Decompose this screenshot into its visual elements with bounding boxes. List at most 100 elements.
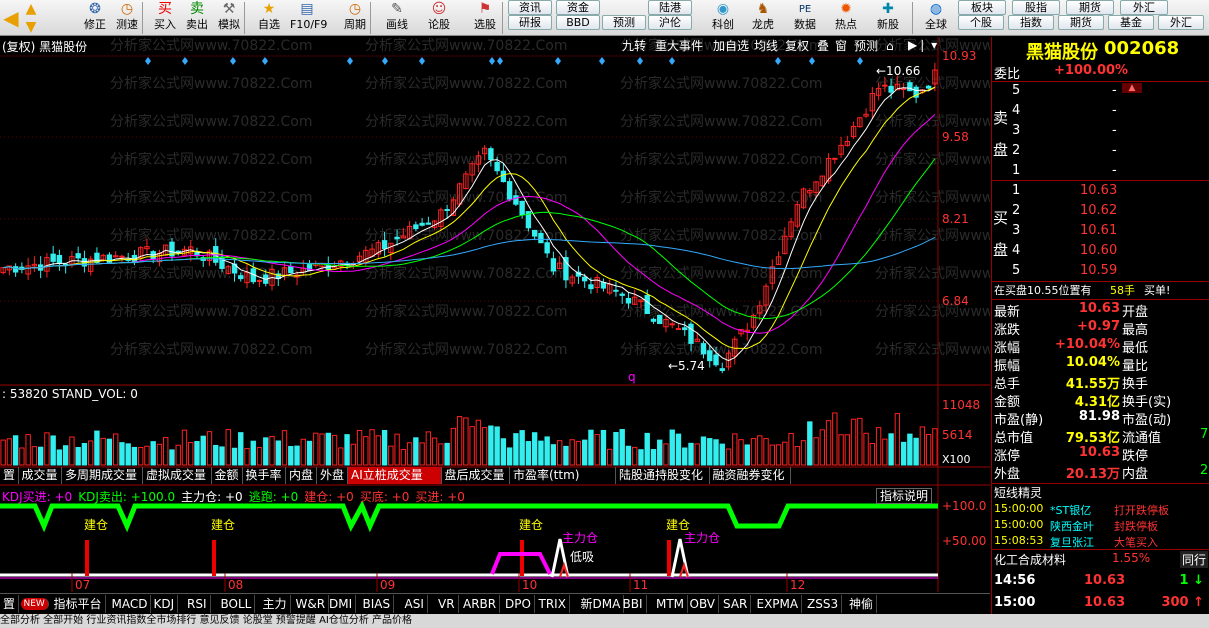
peer-button[interactable]: 同行 [1180, 551, 1209, 568]
chart-btn-1[interactable]: 重大事件 [655, 38, 703, 55]
volume-tab-6[interactable]: 内盘 [286, 467, 317, 484]
chart-area[interactable]: 分析家公式网www.70822.Com 分析家公式网www.70822.Com 分析… [0, 37, 990, 592]
volume-bar [738, 439, 744, 466]
indicator-tab-5[interactable]: RSI [184, 595, 211, 613]
short-item-name[interactable]: *ST银亿 [1050, 502, 1091, 518]
toolbar-f10-button[interactable]: ▤ F10/F9 [290, 0, 327, 35]
indicator-tab-13[interactable]: ARBR [460, 595, 501, 613]
toolbar-draw-button[interactable]: ✎ 画线 [380, 0, 414, 35]
grid-btn-right-0[interactable]: 板块 [958, 0, 1006, 15]
indicator-explain-button[interactable]: 指标说明 [876, 488, 932, 504]
toolbar-select-button[interactable]: ⚑ 选股 [468, 0, 502, 35]
toolbar-clock-button[interactable]: ◷ 测速 [110, 0, 144, 35]
indicator-tab-14[interactable]: DPO [502, 595, 535, 613]
grid-btn-2[interactable]: 陆港 [648, 0, 692, 15]
toolbar-star-button[interactable]: ★ 自选 [252, 0, 286, 35]
indicator-tab-1[interactable]: NEW [20, 598, 49, 610]
volume-tab-9[interactable]: 盘后成交量 [442, 467, 510, 484]
grid-btn-0[interactable]: 资讯 [508, 0, 552, 15]
grid-btn-right-2[interactable]: 期货 [1066, 0, 1114, 15]
chart-btn-4[interactable]: 复权 [785, 38, 809, 55]
chart-btn-3[interactable]: 均线 [754, 38, 778, 55]
toolbar-sell-button[interactable]: 卖卖出 [180, 0, 214, 35]
short-line-title[interactable]: 短线精灵 [994, 484, 1042, 501]
grid-btn-right-bottom-3[interactable]: 基金 [1108, 15, 1154, 30]
toolbar-chat-button[interactable]: ☺ 论股 [422, 0, 456, 35]
volume-tab-5[interactable]: 换手率 [243, 467, 286, 484]
toolbar-buy-button[interactable]: 买买入 [148, 0, 182, 35]
grid-btn-right-3[interactable]: 外汇 [1120, 0, 1168, 15]
buy-price: 10.61 [1080, 223, 1118, 238]
indicator-tab-0[interactable]: 置 [0, 595, 20, 613]
indicator-tab-16[interactable]: 新DMA [578, 595, 625, 613]
indicator-tab-4[interactable]: KDJ [151, 595, 179, 613]
volume-tab-3[interactable]: 虚拟成交量 [143, 467, 212, 484]
volume-bar [857, 417, 863, 466]
volume-tab-0[interactable]: 置 [0, 467, 19, 484]
indicator-tab-19[interactable]: OBV [687, 595, 720, 613]
expand-icon[interactable]: ▶❘ ▾ [908, 38, 938, 55]
grid-btn-bottom-1[interactable]: BBD [556, 15, 600, 30]
short-item-name[interactable]: 陕西金叶 [1050, 518, 1094, 534]
volume-tab-7[interactable]: 外盘 [317, 467, 348, 484]
volume-tab-12[interactable]: 融资融券变化 [710, 467, 791, 484]
volume-tab-11[interactable]: 陆股通持股变化 [616, 467, 710, 484]
toolbar-tiger-button[interactable]: ♞ 龙虎 [745, 0, 781, 35]
toolbar-simulate-button[interactable]: ⚒ 模拟 [212, 0, 246, 35]
volume-bar [725, 448, 732, 466]
indicator-tab-18[interactable]: MTM [653, 595, 689, 613]
chart-btn-2[interactable]: 加自选 [713, 38, 749, 55]
indicator-tab-2[interactable]: 指标平台 [51, 595, 106, 613]
volume-bar [550, 444, 557, 466]
weibi-label: 委比 [994, 67, 1021, 82]
indicator-tab-10[interactable]: BIAS [360, 595, 395, 613]
indicator-tab-21[interactable]: EXPMA [754, 595, 803, 613]
kline-chart[interactable]: 分析家公式网www.70822.Com 分析家公式网www.70822.Com 分析… [0, 37, 990, 592]
indicator-tab-6[interactable]: BOLL [218, 595, 256, 613]
indicator-tab-7[interactable]: 主力 [260, 595, 291, 613]
indicator-tab-8[interactable]: W&R [293, 595, 330, 613]
toolbar-new-button[interactable]: ✚ 新股 [870, 0, 906, 35]
indicator-tab-15[interactable]: TRIX [536, 595, 570, 613]
indicator-tab-9[interactable]: DMI [326, 595, 357, 613]
scroll-buttons[interactable]: ▲ ▼ [20, 0, 42, 35]
short-item-name[interactable]: 复旦张江 [1050, 534, 1094, 550]
grid-btn-bottom-2[interactable]: 预测 [602, 15, 646, 30]
grid-btn-bottom-3[interactable]: 沪伦 [648, 15, 692, 30]
indicator-tab-12[interactable]: VR [435, 595, 459, 613]
indicator-tab-11[interactable]: ASI [402, 595, 428, 613]
grid-btn-right-bottom-1[interactable]: 指数 [1008, 15, 1054, 30]
grid-btn-right-bottom-4[interactable]: 外汇 [1158, 15, 1204, 30]
toolbar-kechuang-button[interactable]: ◉ 科创 [705, 0, 741, 35]
volume-bar [544, 436, 550, 466]
chart-btn-5[interactable]: 叠 [817, 38, 829, 55]
grid-btn-1[interactable]: 资金 [556, 0, 600, 15]
volume-tab-10[interactable]: 市盈率(ttm) [510, 467, 616, 484]
grid-btn-right-bottom-0[interactable]: 个股 [958, 15, 1004, 30]
toolbar-globe-button[interactable]: ◍ 全球 [918, 0, 954, 35]
chart-btn-0[interactable]: 九转 [622, 38, 646, 55]
toolbar-refresh-button[interactable]: ❂ 修正 [78, 0, 112, 35]
toolbar-pe-button[interactable]: PE 数据 [787, 0, 823, 35]
volume-tab-1[interactable]: 成交量 [19, 467, 62, 484]
grid-btn-right-1[interactable]: 股指 [1012, 0, 1060, 15]
toolbar-clock-button[interactable]: ◷ 周期 [338, 0, 372, 35]
chart-btn-7[interactable]: 预测 [854, 38, 878, 55]
sector-name[interactable]: 化工合成材料 [994, 551, 1066, 568]
indicator-tab-3[interactable]: MACD [109, 595, 152, 613]
grid-btn-bottom-0[interactable]: 研报 [508, 15, 552, 30]
volume-tab-2[interactable]: 多周期成交量 [62, 467, 143, 484]
volume-tab-8[interactable]: AI立桩成交量 [348, 467, 442, 484]
indicator-tab-23[interactable]: 神偷 [846, 595, 878, 613]
back-button[interactable]: ◀ [2, 0, 20, 35]
indicator-tab-20[interactable]: SAR [720, 595, 752, 613]
chart-btn-6[interactable]: 窗 [835, 38, 847, 55]
grid-btn-right-bottom-2[interactable]: 期货 [1058, 15, 1104, 30]
toolbar-label: 自选 [258, 18, 280, 31]
indicator-tab-17[interactable]: BBI [620, 595, 647, 613]
indicator-tab-22[interactable]: ZSS3 [804, 595, 843, 613]
volume-bar [907, 433, 913, 466]
volume-tab-4[interactable]: 金额 [212, 467, 243, 484]
toolbar-hot-button[interactable]: ✹ 热点 [828, 0, 864, 35]
home-icon[interactable]: ⌂ [886, 38, 894, 55]
